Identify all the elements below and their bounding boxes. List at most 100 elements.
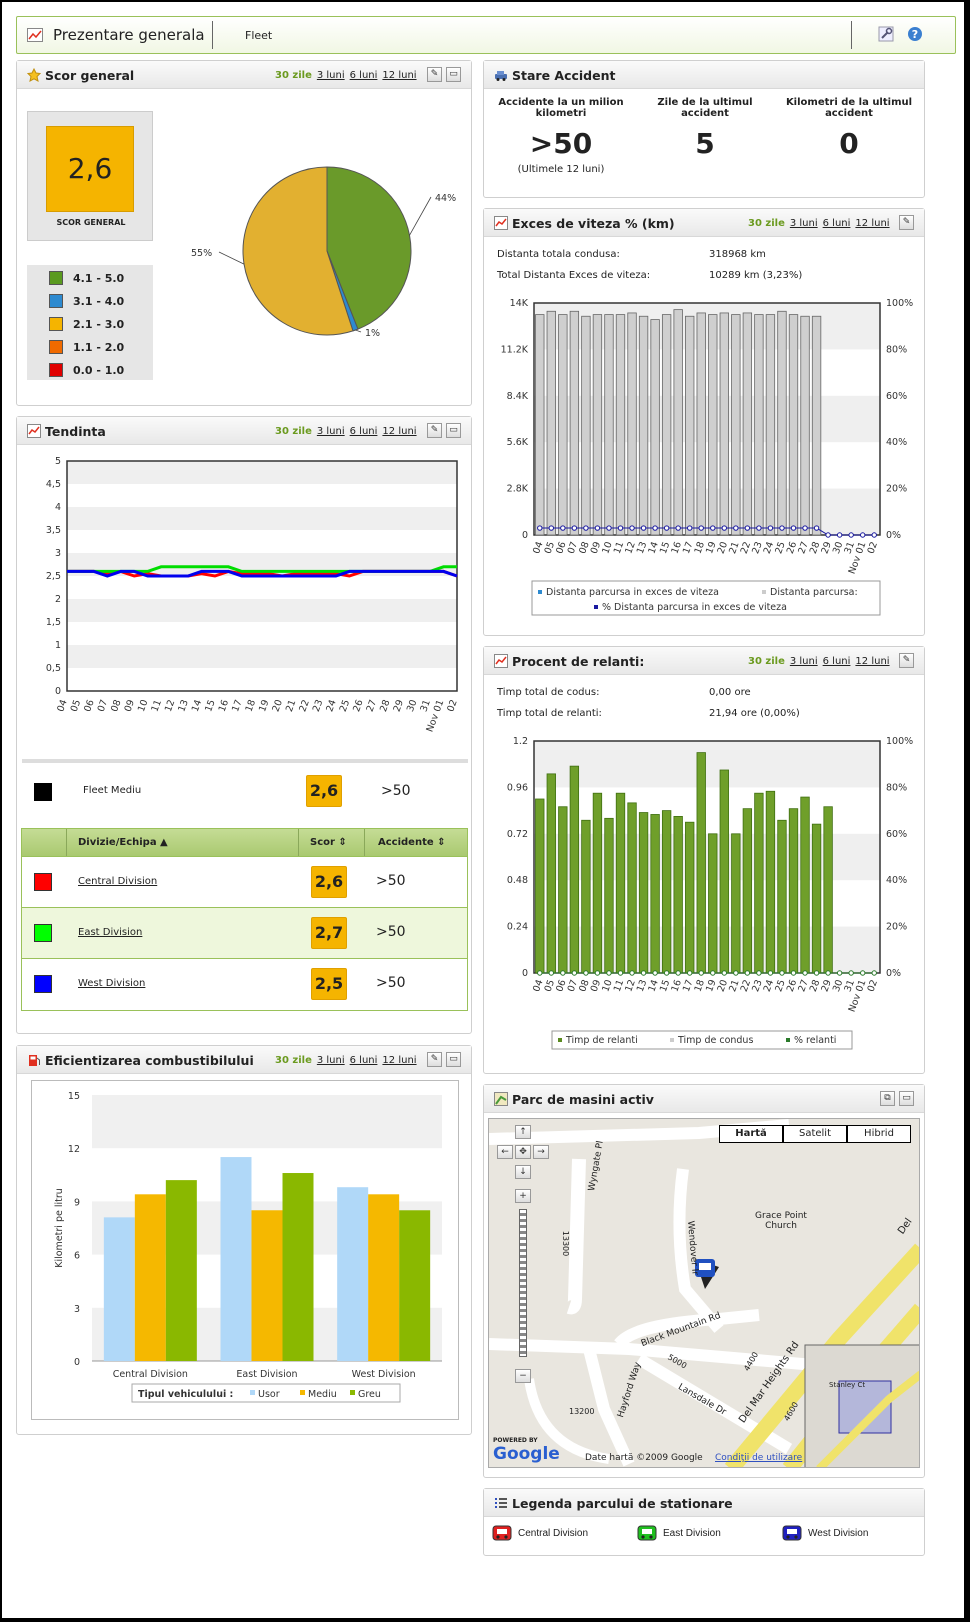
legend-item: East Division	[637, 1525, 721, 1541]
division-color-swatch	[34, 975, 52, 993]
division-name-link[interactable]: West Division	[78, 978, 145, 989]
col-accidents[interactable]: Accidente ⇕	[378, 837, 446, 848]
range-30-days[interactable]: 30 zile	[275, 1055, 312, 1066]
map-zoom-in[interactable]: +	[515, 1189, 531, 1203]
accident-stat: Accidente la un milion kilometri >50 (Ulti…	[492, 97, 630, 175]
pie-label: 55%	[191, 248, 212, 259]
fleet-map[interactable]: Hartă Satelit Hibrid ↑ ← ✥ → ↓ + − Wynga…	[488, 1118, 920, 1468]
range-12-months[interactable]: 12 luni	[855, 218, 889, 229]
map-zoom-out[interactable]: −	[515, 1369, 531, 1383]
settings-icon[interactable]: ✎	[427, 67, 442, 82]
range-12-months[interactable]: 12 luni	[382, 70, 416, 81]
x-tick-label: 14	[190, 698, 204, 713]
percent-point	[710, 970, 716, 976]
division-name-link[interactable]: East Division	[78, 927, 142, 938]
legend-swatch	[558, 1038, 562, 1042]
percent-point	[617, 970, 624, 976]
division-score-badge: 2,7	[311, 917, 347, 949]
panel-tools: ✎	[899, 653, 914, 668]
maximize-icon[interactable]: ▭	[899, 1091, 914, 1106]
range-12-months[interactable]: 12 luni	[382, 426, 416, 437]
range-3-months[interactable]: 3 luni	[317, 70, 345, 81]
percent-point	[825, 970, 831, 976]
map-type-satellite[interactable]: Satelit	[783, 1125, 847, 1143]
settings-icon[interactable]: ✎	[899, 215, 914, 230]
range-12-months[interactable]: 12 luni	[855, 656, 889, 667]
range-12-months[interactable]: 12 luni	[382, 1055, 416, 1066]
table-header: Divizie/Echipa ▲ Scor ⇕ Accidente ⇕	[22, 829, 467, 856]
map-pan-right[interactable]: →	[533, 1145, 549, 1159]
settings-icon[interactable]: ✎	[427, 423, 442, 438]
col-division[interactable]: Divizie/Echipa ▲	[78, 837, 168, 848]
legend-swatch	[670, 1038, 674, 1042]
range-3-months[interactable]: 3 luni	[790, 656, 818, 667]
range-selector: 30 zile 3 luni 6 luni 12 luni	[275, 426, 422, 437]
idle-bar-chart: 00.240.480.720.961.20%20%40%60%80%100%04…	[507, 736, 913, 1050]
data-bar	[546, 310, 556, 536]
map-terms-link[interactable]: Condiţii de utilizare	[715, 1453, 802, 1463]
settings-icon[interactable]: ✎	[427, 1052, 442, 1067]
percent-point	[698, 525, 704, 531]
legend-item: 2.1 - 3.0	[49, 317, 124, 331]
map-type-hybrid[interactable]: Hibrid	[847, 1125, 911, 1143]
range-6-months[interactable]: 6 luni	[350, 70, 378, 81]
map-pan-center[interactable]: ✥	[515, 1145, 531, 1159]
percent-point	[779, 525, 785, 531]
map-type-map[interactable]: Hartă	[719, 1125, 783, 1143]
maximize-icon[interactable]: ▭	[446, 1052, 461, 1067]
maximize-icon[interactable]: ▭	[446, 423, 461, 438]
restore-icon[interactable]: ⧉	[880, 1091, 895, 1106]
legend-swatch	[300, 1390, 305, 1395]
accident-stat-label: Kilometri de la ultimul accident	[785, 97, 913, 119]
range-6-months[interactable]: 6 luni	[350, 1055, 378, 1066]
y-tick-label: 3	[55, 548, 61, 559]
help-icon[interactable]: ?	[907, 26, 923, 45]
data-bar	[823, 806, 833, 974]
range-3-months[interactable]: 3 luni	[317, 1055, 345, 1066]
map-pan-up[interactable]: ↑	[515, 1125, 531, 1139]
table-row[interactable]: East Division 2,7 >50	[22, 907, 467, 958]
range-6-months[interactable]: 6 luni	[823, 218, 851, 229]
y-tick-label: 3,5	[46, 525, 61, 536]
settings-icon[interactable]: ✎	[899, 653, 914, 668]
x-tick-label: 27	[365, 698, 379, 713]
pie-label: 44%	[435, 193, 456, 204]
legend-label: % relanti	[794, 1035, 836, 1046]
map-pan-left[interactable]: ←	[497, 1145, 513, 1159]
range-30-days[interactable]: 30 zile	[275, 426, 312, 437]
range-6-months[interactable]: 6 luni	[350, 426, 378, 437]
map-zoom-slider[interactable]	[519, 1209, 527, 1357]
wrench-icon[interactable]	[878, 26, 894, 45]
division-name-link[interactable]: Central Division	[78, 876, 157, 887]
table-row[interactable]: Central Division 2,6 >50	[22, 856, 467, 907]
data-bar	[685, 315, 695, 536]
range-3-months[interactable]: 3 luni	[317, 426, 345, 437]
data-bar	[615, 314, 626, 536]
range-6-months[interactable]: 6 luni	[823, 656, 851, 667]
legend-label: Timp de condus	[677, 1035, 753, 1046]
legend-swatch	[594, 605, 598, 609]
data-bar	[569, 765, 580, 974]
data-bar	[558, 806, 568, 974]
speeding-panel: Exces de viteza % (km) 30 zile 3 luni 6 lu…	[483, 208, 925, 636]
col-score[interactable]: Scor ⇕	[310, 837, 347, 848]
range-30-days[interactable]: 30 zile	[748, 656, 785, 667]
map-pan-down[interactable]: ↓	[515, 1165, 531, 1179]
x-tick-label: 25	[338, 698, 352, 713]
percent-point	[594, 525, 601, 531]
y-tick-label: 5.6K	[507, 437, 529, 448]
pie-leader	[355, 329, 362, 333]
table-row[interactable]: West Division 2,5 >50	[22, 958, 467, 1009]
x-tick-label: 02	[445, 698, 459, 713]
google-logo: Google	[493, 1444, 560, 1464]
maximize-icon[interactable]: ▭	[446, 67, 461, 82]
range-3-months[interactable]: 3 luni	[790, 218, 818, 229]
map-icon	[494, 1092, 508, 1106]
data-bar	[569, 310, 580, 536]
x-tick-label: 02	[866, 540, 880, 555]
data-bar	[673, 816, 683, 974]
range-30-days[interactable]: 30 zile	[748, 218, 785, 229]
percent-point	[836, 532, 843, 538]
range-30-days[interactable]: 30 zile	[275, 70, 312, 81]
y-tick-label: 14K	[510, 298, 529, 309]
